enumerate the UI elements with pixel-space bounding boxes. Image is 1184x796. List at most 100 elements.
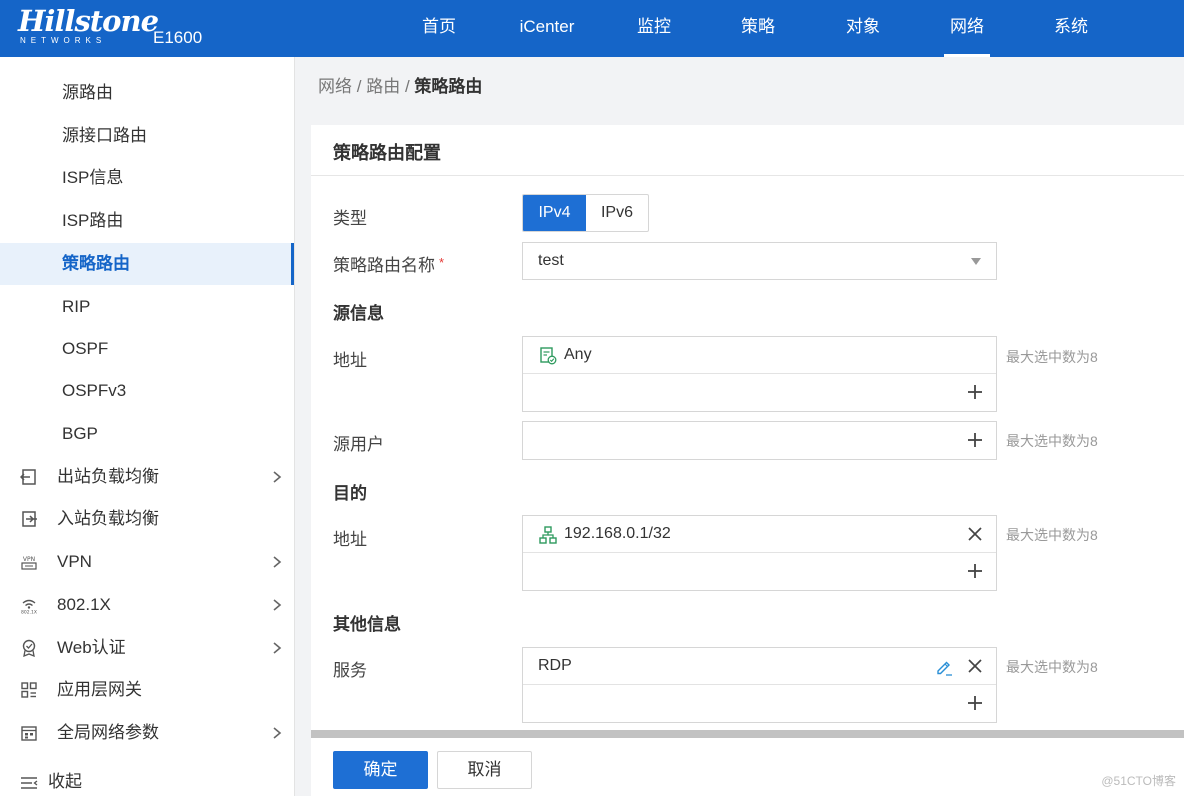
breadcrumb-separator: / (404, 77, 410, 96)
service-add-row (523, 685, 996, 722)
ok-button[interactable]: 确定 (333, 751, 428, 789)
nav-system[interactable]: 系统 (1037, 0, 1105, 57)
cancel-button[interactable]: 取消 (437, 751, 532, 789)
remove-destination-address-button[interactable] (967, 526, 983, 542)
edit-service-button[interactable] (934, 657, 954, 677)
nav-policy[interactable]: 策略 (724, 0, 792, 57)
add-source-address-button[interactable] (966, 383, 984, 401)
inbound-icon (22, 511, 37, 527)
sidebar-item-label: ISP信息 (62, 168, 124, 187)
title-divider (311, 175, 1184, 176)
logo-text: Hillstone (18, 4, 159, 38)
nav-network[interactable]: 网络 (944, 0, 990, 57)
chevron-right-icon (273, 599, 282, 611)
svg-text:VPN: VPN (23, 556, 35, 563)
network-address-icon (539, 526, 557, 544)
sidebar-collapse-button[interactable]: 收起 (0, 761, 294, 796)
nav-monitor[interactable]: 监控 (620, 0, 688, 57)
address-book-icon (540, 347, 557, 365)
sidebar-item-label: OSPF (62, 339, 109, 358)
sidebar-item-label: OSPFv3 (62, 381, 127, 400)
sidebar-item-isp-route[interactable]: ISP路由 (0, 200, 294, 242)
top-navigation-bar: Hillstone NETWORKS E1600 首页 iCenter 监控 策… (0, 0, 1184, 57)
sidebar-item-rip[interactable]: RIP (0, 286, 294, 328)
nav-icenter[interactable]: iCenter (508, 0, 586, 57)
outbound-icon (20, 469, 36, 485)
device-model: E1600 (153, 28, 203, 47)
sidebar-item-source-interface-route[interactable]: 源接口路由 (0, 115, 294, 157)
destination-address-label: 地址 (333, 530, 367, 549)
source-address-value: Any (564, 346, 592, 363)
max-selection-hint: 最大选中数为8 (1006, 433, 1098, 449)
add-destination-address-button[interactable] (966, 562, 984, 580)
max-selection-hint: 最大选中数为8 (1006, 527, 1098, 543)
add-service-button[interactable] (966, 694, 984, 712)
sidebar-item-source-route[interactable]: 源路由 (0, 72, 294, 114)
section-destination: 目的 (333, 484, 367, 503)
route-name-label-text: 策略路由名称 (333, 256, 435, 275)
required-mark: * (439, 255, 445, 270)
breadcrumb-network[interactable]: 网络 (318, 77, 352, 96)
sidebar-item-ospfv3[interactable]: OSPFv3 (0, 370, 294, 412)
nav-home[interactable]: 首页 (405, 0, 473, 57)
sidebar-group-label: 应用层网关 (57, 680, 142, 699)
sidebar-group-label: 全局网络参数 (57, 723, 159, 742)
service-label: 服务 (333, 661, 367, 680)
chevron-right-icon (273, 556, 282, 568)
form-footer: 确定 取消 @51CTO博客 (311, 738, 1184, 796)
source-user-label: 源用户 (333, 435, 384, 454)
source-address-entry[interactable]: Any (523, 337, 996, 374)
route-name-value: test (538, 252, 564, 269)
max-selection-hint: 最大选中数为8 (1006, 349, 1098, 365)
ipv6-option[interactable]: IPv6 (586, 195, 648, 231)
badge-icon (22, 639, 36, 657)
grid-icon (21, 682, 37, 698)
collapse-icon (21, 777, 38, 789)
sidebar-group-inbound-lb[interactable]: 入站负载均衡 (0, 498, 294, 540)
hillstone-logo[interactable]: Hillstone NETWORKS (18, 4, 159, 45)
sidebar-item-label: RIP (62, 297, 91, 316)
breadcrumb: 网络 / 路由 / 策略路由 (318, 72, 482, 97)
destination-address-entry[interactable]: 192.168.0.1/32 (523, 516, 996, 553)
sidebar-item-ospf[interactable]: OSPF (0, 328, 294, 370)
service-entry[interactable]: RDP (523, 648, 996, 685)
caret-down-icon (971, 258, 981, 265)
nav-object[interactable]: 对象 (829, 0, 897, 57)
add-source-user-button[interactable] (966, 431, 984, 449)
destination-address-box: 192.168.0.1/32 (522, 515, 997, 591)
service-value: RDP (538, 657, 572, 674)
chevron-right-icon (273, 471, 282, 483)
horizontal-scrollbar[interactable] (311, 730, 1184, 738)
sidebar-item-isp-info[interactable]: ISP信息 (0, 157, 294, 199)
sidebar-group-label: 出站负载均衡 (57, 467, 159, 486)
source-address-add-row (523, 374, 996, 411)
source-user-add-row (523, 422, 996, 459)
service-box: RDP (522, 647, 997, 723)
sidebar-item-label: 策略路由 (62, 254, 130, 273)
sidebar-group-8021x[interactable]: 802.1X 802.1X (0, 584, 294, 626)
sidebar-group-outbound-lb[interactable]: 出站负载均衡 (0, 456, 294, 498)
ipv4-option[interactable]: IPv4 (523, 195, 586, 231)
sidebar-group-label: VPN (57, 552, 92, 571)
sidebar-item-label: ISP路由 (62, 211, 124, 230)
sidebar-group-web-auth[interactable]: Web认证 (0, 627, 294, 669)
sidebar-item-policy-route[interactable]: 策略路由 (0, 243, 294, 285)
source-address-box: Any (522, 336, 997, 412)
sidebar-item-label: BGP (62, 424, 98, 443)
sidebar-group-global-params[interactable]: 全局网络参数 (0, 712, 294, 754)
wifi-icon: 802.1X (21, 599, 37, 615)
remove-service-button[interactable] (967, 658, 983, 674)
svg-text:802.1X: 802.1X (21, 610, 37, 615)
policy-route-config-panel: 策略路由配置 类型 IPv4 IPv6 策略路由名称 * test 源信息 地址 … (311, 125, 1184, 796)
ip-type-toggle: IPv4 IPv6 (522, 194, 649, 232)
page-title: 策略路由配置 (333, 143, 441, 163)
sidebar-item-label: 源路由 (62, 83, 113, 102)
breadcrumb-route[interactable]: 路由 (366, 77, 400, 96)
sidebar-item-bgp[interactable]: BGP (0, 413, 294, 455)
route-name-select[interactable]: test (522, 242, 997, 280)
source-user-box (522, 421, 997, 460)
sidebar-group-label: 入站负载均衡 (57, 509, 159, 528)
max-selection-hint: 最大选中数为8 (1006, 659, 1098, 675)
sidebar-group-alg[interactable]: 应用层网关 (0, 669, 294, 711)
sidebar-group-vpn[interactable]: VPN VPN (0, 541, 294, 583)
